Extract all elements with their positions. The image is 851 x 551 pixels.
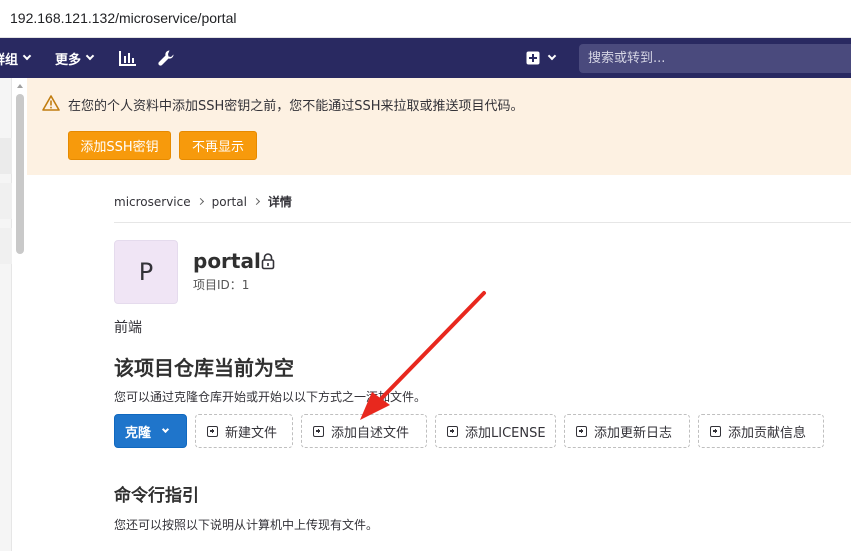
- sidebar-item[interactable]: [0, 183, 12, 219]
- project-name: portal: [193, 249, 261, 273]
- add-license-label: 添加LICENSE: [465, 425, 546, 441]
- new-file-button[interactable]: 新建文件: [195, 414, 293, 448]
- cli-instructions-hint: 您还可以按照以下说明从计算机中上传现有文件。: [114, 518, 379, 532]
- wrench-icon[interactable]: [157, 38, 175, 78]
- plus-square-icon: [447, 425, 458, 437]
- warning-icon: [42, 95, 60, 111]
- nav-groups-label: 群组: [0, 52, 19, 68]
- search-box[interactable]: [579, 44, 851, 73]
- add-changelog-button[interactable]: 添加更新日志: [564, 414, 690, 448]
- page: 192.168.121.132/microservice/portal 群组 更…: [0, 0, 851, 551]
- chevron-down-icon: [161, 425, 170, 433]
- project-description: 前端: [114, 320, 142, 336]
- plus-square-icon: [526, 51, 540, 65]
- add-readme-button[interactable]: 添加自述文件: [301, 414, 427, 448]
- add-ssh-key-button[interactable]: 添加SSH密钥: [68, 131, 171, 160]
- clone-label: 克隆: [125, 425, 152, 441]
- lock-icon: [261, 253, 275, 270]
- sidebar-item[interactable]: [0, 138, 12, 174]
- chevron-down-icon: [22, 51, 32, 61]
- empty-repo-hint: 您可以通过克隆仓库开始或开始以以下方式之一添加文件。: [114, 390, 427, 404]
- chevron-right-icon: [196, 197, 204, 206]
- cli-instructions-title: 命令行指引: [114, 486, 199, 506]
- add-contributing-label: 添加贡献信息: [728, 425, 807, 441]
- url-text[interactable]: 192.168.121.132/microservice/portal: [10, 10, 236, 26]
- chevron-down-icon: [547, 51, 557, 61]
- sidebar-item[interactable]: [0, 228, 12, 264]
- empty-repo-title: 该项目仓库当前为空: [114, 356, 294, 380]
- browser-url-bar[interactable]: 192.168.121.132/microservice/portal: [0, 0, 851, 38]
- clone-button[interactable]: 克隆: [114, 414, 187, 448]
- plus-square-icon: [576, 425, 587, 437]
- breadcrumb-group[interactable]: microservice: [114, 195, 191, 209]
- breadcrumb-current[interactable]: 详情: [268, 193, 292, 210]
- breadcrumb-project[interactable]: portal: [212, 195, 247, 209]
- chevron-down-icon: [85, 51, 95, 61]
- plus-square-icon: [313, 425, 324, 437]
- add-license-button[interactable]: 添加LICENSE: [435, 414, 556, 448]
- scroll-thumb[interactable]: [16, 94, 24, 254]
- add-contributing-button[interactable]: 添加贡献信息: [698, 414, 824, 448]
- dont-show-again-button[interactable]: 不再显示: [179, 131, 257, 160]
- divider: [114, 222, 851, 223]
- alert-message: 在您的个人资料中添加SSH密钥之前，您不能通过SSH来拉取或推送项目代码。: [68, 99, 524, 114]
- plus-square-icon: [710, 425, 721, 437]
- ssh-key-alert: 在您的个人资料中添加SSH密钥之前，您不能通过SSH来拉取或推送项目代码。 添加…: [27, 78, 851, 175]
- sidebar: [0, 78, 12, 551]
- project-avatar: P: [114, 240, 178, 304]
- breadcrumb: microservice portal 详情: [114, 193, 292, 210]
- new-item-dropdown[interactable]: [526, 38, 557, 78]
- add-readme-label: 添加自述文件: [331, 425, 410, 441]
- project-id: 项目ID：1: [193, 278, 250, 292]
- plus-square-icon: [207, 425, 218, 437]
- nav-more-label: 更多: [55, 52, 82, 68]
- add-changelog-label: 添加更新日志: [594, 425, 673, 441]
- scroll-up-icon[interactable]: [17, 84, 23, 88]
- nav-more[interactable]: 更多: [55, 38, 95, 78]
- new-file-label: 新建文件: [225, 425, 278, 441]
- activity-chart-icon[interactable]: [119, 38, 137, 78]
- scrollbar[interactable]: [14, 78, 26, 551]
- nav-groups[interactable]: 群组: [0, 38, 32, 78]
- search-input[interactable]: [579, 44, 851, 73]
- chevron-right-icon: [252, 197, 260, 206]
